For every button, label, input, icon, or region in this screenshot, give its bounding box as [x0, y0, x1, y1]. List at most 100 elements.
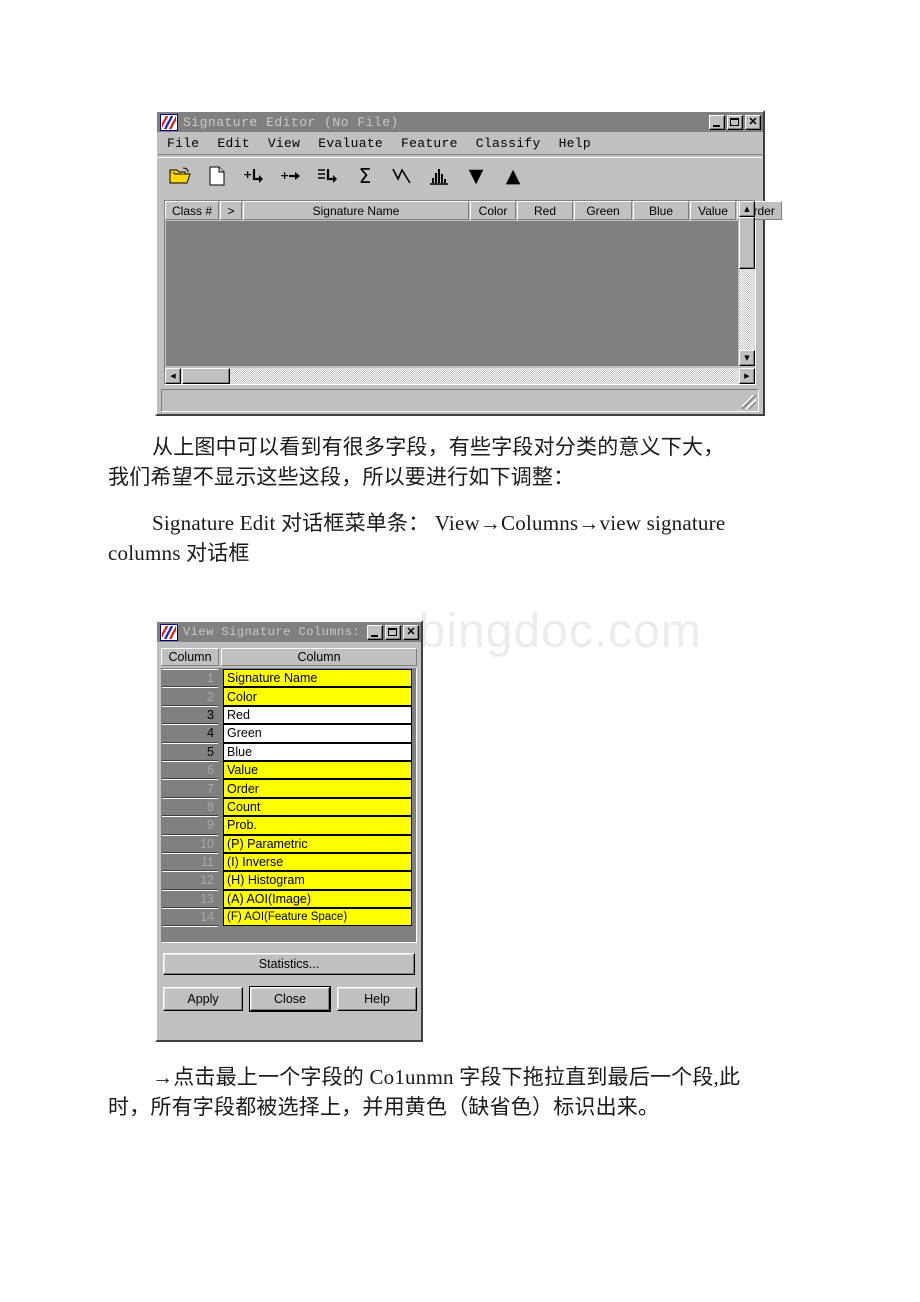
row-label[interactable]: (H) Histogram: [223, 871, 412, 890]
row-label[interactable]: (P) Parametric: [223, 834, 412, 853]
close-dialog-button[interactable]: Close: [250, 987, 330, 1011]
list-item[interactable]: 11 (I) Inverse: [162, 852, 416, 872]
close-button[interactable]: ✕: [745, 114, 761, 130]
signature-editor-titlebar[interactable]: Signature Editor (No File) ✕: [157, 112, 763, 132]
scroll-down-button[interactable]: ▼: [739, 350, 755, 366]
svg-text:+: +: [280, 169, 289, 182]
column-header-class[interactable]: Class #: [165, 201, 219, 220]
menu-item-feature[interactable]: Feature: [401, 136, 458, 151]
svg-text:+: +: [243, 168, 252, 181]
sigma-statistics-icon[interactable]: Σ: [352, 163, 378, 189]
row-number: 5: [162, 742, 218, 761]
row-label[interactable]: Green: [223, 724, 412, 743]
row-label[interactable]: Signature Name: [223, 669, 412, 688]
list-item[interactable]: 6 Value: [162, 760, 416, 780]
column-header-signature-name[interactable]: Signature Name: [243, 201, 469, 220]
list-item[interactable]: 2 Color: [162, 687, 416, 706]
column-header-arrow[interactable]: >: [220, 201, 242, 220]
list-signature-icon[interactable]: [315, 163, 341, 189]
mean-plot-icon[interactable]: [389, 163, 415, 189]
signature-editor-title: Signature Editor (No File): [183, 114, 399, 130]
close-button[interactable]: ✕: [403, 624, 419, 640]
move-up-icon[interactable]: ▲: [500, 163, 526, 189]
signature-grid-body[interactable]: [166, 221, 738, 366]
maximize-button[interactable]: [385, 624, 401, 640]
list-item[interactable]: 3 Red: [162, 705, 416, 725]
menu-item-evaluate[interactable]: Evaluate: [318, 136, 383, 151]
row-label[interactable]: (F) AOI(Feature Space): [223, 908, 412, 927]
row-number: 3: [162, 705, 218, 725]
list-empty-area[interactable]: [162, 926, 416, 942]
grid-horizontal-scrollbar[interactable]: ◀ ▶: [165, 368, 755, 384]
row-number: 14: [162, 908, 218, 927]
apply-button[interactable]: Apply: [163, 987, 243, 1011]
row-number-empty: [162, 926, 218, 942]
column-header-green[interactable]: Green: [574, 201, 632, 220]
column-header-blue[interactable]: Blue: [633, 201, 689, 220]
view-columns-window-controls: ✕: [367, 624, 419, 640]
merge-signature-icon[interactable]: +: [278, 163, 304, 189]
vertical-scroll-thumb[interactable]: [739, 217, 755, 269]
menu-item-view[interactable]: View: [268, 136, 300, 151]
move-down-icon[interactable]: ▼: [463, 163, 489, 189]
app-logo-icon: [160, 113, 178, 131]
row-label[interactable]: (A) AOI(Image): [223, 889, 412, 909]
row-number: 9: [162, 816, 218, 835]
minimize-button[interactable]: [367, 624, 383, 640]
row-label[interactable]: Prob.: [223, 816, 412, 835]
columns-list[interactable]: 1 Signature Name 2 Color 3 Red 4 Green 5…: [161, 668, 417, 943]
column-header-index[interactable]: Column: [161, 648, 219, 666]
paragraph-two-line-2: columns 对话框: [108, 541, 250, 565]
paragraph-three-line-2: 时，所有字段都被选择上，并用黄色（缺省色）标识出来。: [108, 1095, 660, 1119]
paragraph-one-line-1: 从上图中可以看到有很多字段，有些字段对分类的意义下大，: [152, 435, 725, 459]
scroll-right-button[interactable]: ▶: [739, 368, 755, 384]
view-columns-title: View Signature Columns:: [183, 625, 361, 639]
column-header-red[interactable]: Red: [517, 201, 573, 220]
list-item[interactable]: 12 (H) Histogram: [162, 871, 416, 890]
column-header-value[interactable]: Value: [690, 201, 736, 220]
row-label[interactable]: Order: [223, 779, 412, 798]
row-number: 6: [162, 760, 218, 780]
app-logo-icon: [160, 623, 178, 641]
list-item[interactable]: 8 Count: [162, 797, 416, 817]
column-header-color[interactable]: Color: [470, 201, 516, 220]
row-number: 11: [162, 852, 218, 872]
signature-editor-window-controls: ✕: [709, 114, 761, 130]
row-label[interactable]: (I) Inverse: [223, 852, 412, 872]
view-columns-titlebar[interactable]: View Signature Columns: ✕: [157, 622, 421, 642]
list-item[interactable]: 7 Order: [162, 779, 416, 798]
scroll-up-button[interactable]: ▲: [739, 201, 755, 217]
open-folder-icon[interactable]: [167, 163, 193, 189]
horizontal-scroll-thumb[interactable]: [182, 368, 230, 384]
column-header-column[interactable]: Column: [221, 648, 417, 666]
help-button[interactable]: Help: [337, 987, 417, 1011]
histogram-icon[interactable]: [426, 163, 452, 189]
list-item[interactable]: 1 Signature Name: [162, 669, 416, 688]
row-label[interactable]: Blue: [223, 742, 412, 761]
grid-vertical-scrollbar[interactable]: ▲ ▼: [739, 201, 755, 366]
minimize-button[interactable]: [709, 114, 725, 130]
new-file-icon[interactable]: [204, 163, 230, 189]
menu-item-classify[interactable]: Classify: [476, 136, 541, 151]
menu-item-help[interactable]: Help: [559, 136, 591, 151]
scroll-left-button[interactable]: ◀: [165, 368, 181, 384]
list-item[interactable]: 5 Blue: [162, 742, 416, 761]
list-item[interactable]: 13 (A) AOI(Image): [162, 889, 416, 909]
add-signature-icon[interactable]: +: [241, 163, 267, 189]
signature-editor-statusbar: [161, 389, 759, 412]
paragraph-two-line-1: Signature Edit 对话框菜单条： View→Columns→view…: [152, 511, 726, 535]
menu-item-edit[interactable]: Edit: [217, 136, 249, 151]
resize-grip[interactable]: [742, 395, 756, 409]
list-item[interactable]: 14 (F) AOI(Feature Space): [162, 908, 416, 927]
row-number: 10: [162, 834, 218, 853]
list-item[interactable]: 10 (P) Parametric: [162, 834, 416, 853]
statistics-button[interactable]: Statistics...: [163, 953, 415, 975]
row-label[interactable]: Red: [223, 705, 412, 725]
row-label[interactable]: Count: [223, 797, 412, 817]
list-item[interactable]: 4 Green: [162, 724, 416, 743]
maximize-button[interactable]: [727, 114, 743, 130]
menu-item-file[interactable]: File: [167, 136, 199, 151]
row-label[interactable]: Color: [223, 687, 412, 706]
list-item[interactable]: 9 Prob.: [162, 816, 416, 835]
row-label[interactable]: Value: [223, 760, 412, 780]
